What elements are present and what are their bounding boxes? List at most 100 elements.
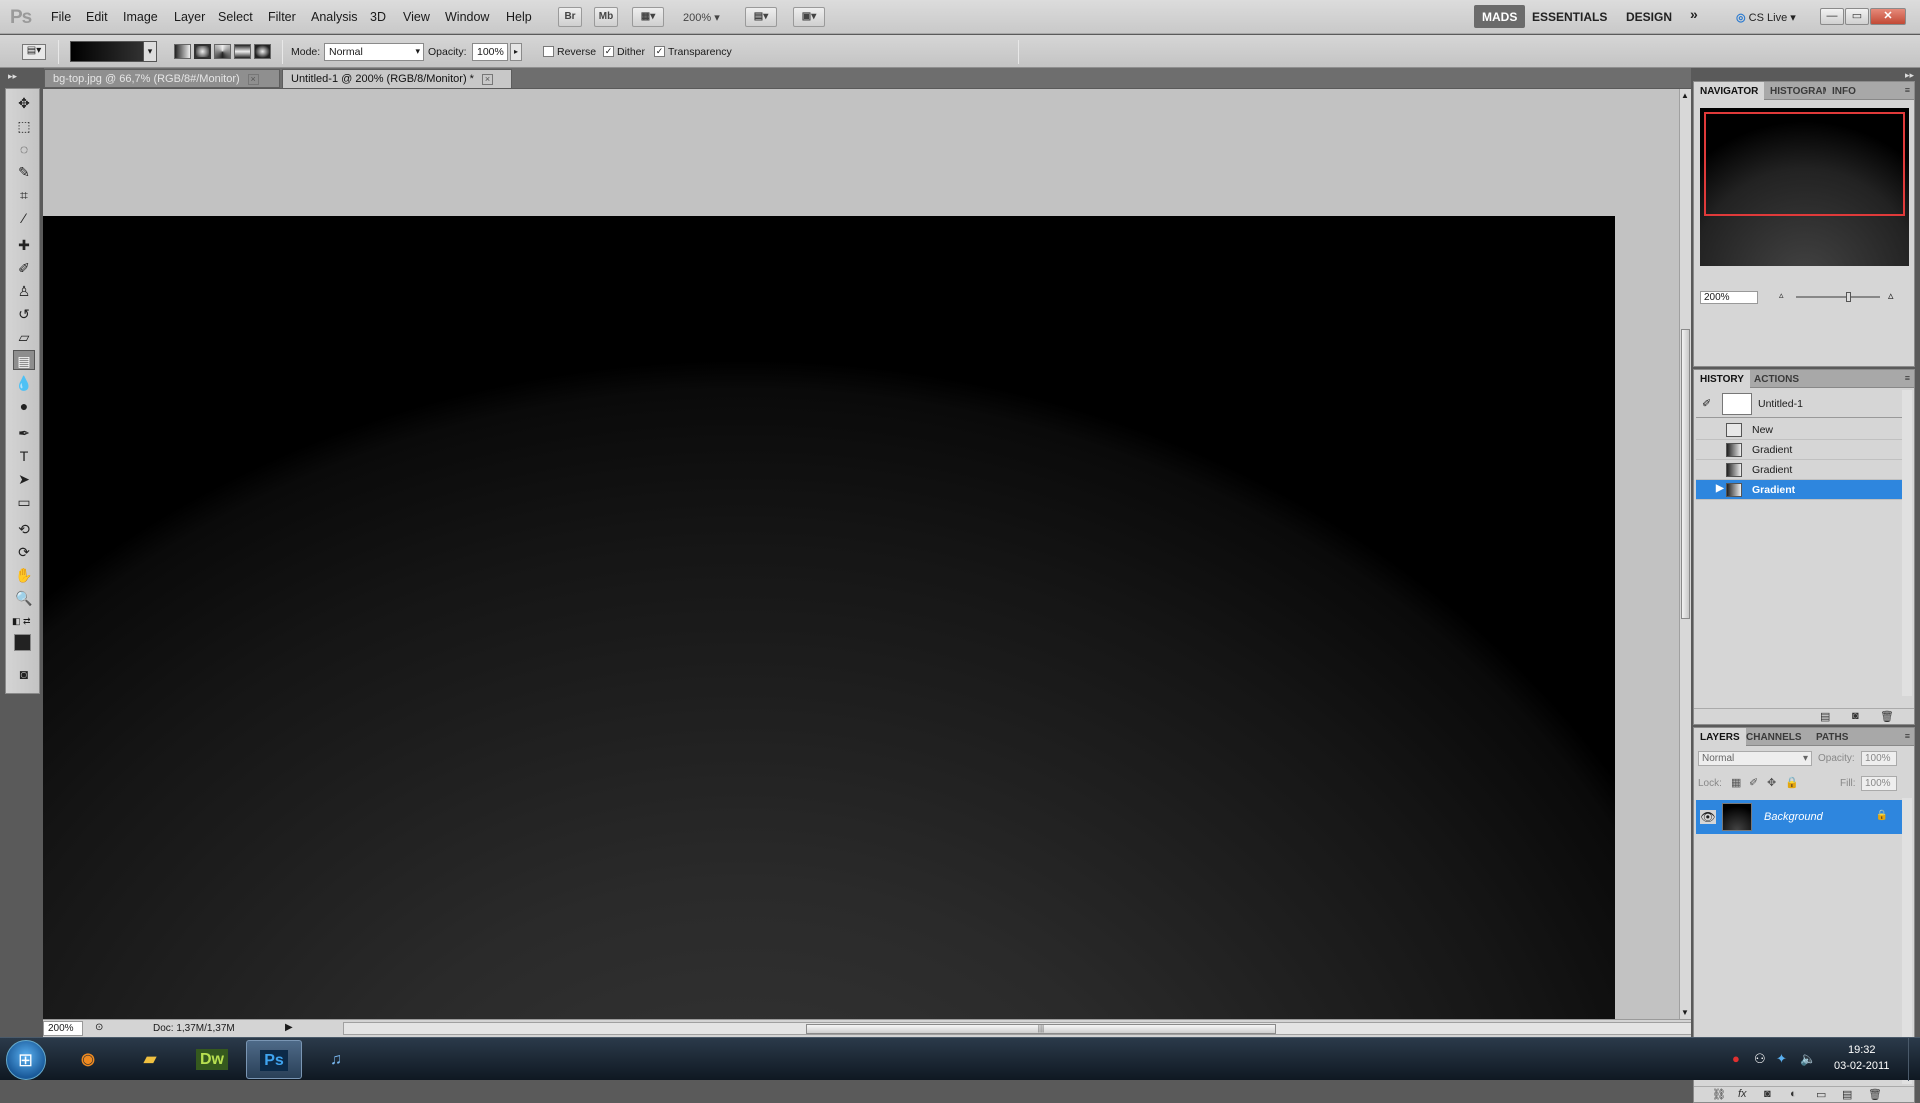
panel-menu-icon[interactable]: ≡ [1905,731,1910,741]
opacity-slider-arrow-icon[interactable]: ▸ [510,43,522,61]
pen-tool-icon[interactable]: ✒ [13,423,35,443]
adjustment-layer-icon[interactable]: ◐ [1790,1088,1797,1100]
history-item[interactable]: Gradient [1696,460,1902,480]
start-button[interactable]: ⊞ [6,1040,46,1080]
history-item[interactable]: New [1696,420,1902,440]
show-desktop-button[interactable] [1908,1038,1920,1081]
type-tool-icon[interactable]: T [13,446,35,466]
eyedropper-tool-icon[interactable]: ⁄ [13,208,35,228]
tray-network-icon[interactable]: ⚇ [1754,1051,1766,1067]
menu-edit[interactable]: Edit [86,10,108,24]
navigator-zoom-input[interactable]: 200% [1700,291,1758,304]
history-brush-source-icon[interactable]: ✐ [1702,397,1711,410]
visibility-eye-icon[interactable]: 👁 [1700,810,1716,824]
collapse-tools-icon[interactable]: ▸▸ [8,71,17,82]
brush-tool-icon[interactable]: ✐ [13,258,35,278]
fx-icon[interactable]: fx [1738,1088,1747,1100]
transparency-checkbox[interactable]: ✓ [654,46,665,57]
horizontal-scroll-thumb[interactable]: ||| [806,1024,1276,1034]
path-selection-tool-icon[interactable]: ➤ [13,469,35,489]
move-tool-icon[interactable]: ✥ [13,93,35,113]
lasso-tool-icon[interactable]: ◌ [13,139,35,159]
gradient-picker-arrow-icon[interactable]: ▾ [143,41,157,62]
taskbar-app-explorer[interactable]: ▰ [122,1040,178,1079]
gradient-tool-icon[interactable]: ▤ [13,350,35,370]
history-snapshot[interactable]: ✐ Untitled-1 [1696,390,1902,418]
workspace-mads[interactable]: MADS [1474,5,1526,28]
link-layers-icon[interactable]: ⛓ [1712,1088,1726,1101]
menu-analysis[interactable]: Analysis [311,10,358,24]
angle-gradient-button[interactable] [214,44,231,59]
vertical-scroll-thumb[interactable] [1681,329,1690,619]
history-state-slider-icon[interactable]: ▶ [1716,483,1724,494]
default-colors-icon[interactable]: ◧ ⇄ [12,616,31,627]
scroll-up-icon[interactable]: ▲ [1681,91,1689,100]
history-item[interactable]: Gradient [1696,440,1902,460]
new-group-icon[interactable]: ▭ [1816,1088,1826,1101]
tab-info[interactable]: INFO [1826,82,1862,100]
history-scrollbar[interactable] [1902,390,1912,696]
menu-select[interactable]: Select [218,10,253,24]
status-menu-arrow-icon[interactable]: ▶ [285,1022,293,1033]
close-icon[interactable]: × [481,74,493,85]
opacity-input[interactable]: 100% [472,43,508,61]
reverse-checkbox[interactable] [543,46,554,57]
panel-menu-icon[interactable]: ≡ [1905,85,1910,95]
menu-3d[interactable]: 3D [370,10,386,24]
zoom-slider-thumb[interactable] [1846,292,1851,302]
layer-blend-mode-select[interactable]: Normal ▾ [1698,751,1812,766]
mini-bridge-button[interactable]: Mb [594,7,618,27]
tray-dropbox-icon[interactable]: ✦ [1776,1051,1787,1067]
marquee-tool-icon[interactable]: ⬚ [13,116,35,136]
system-clock[interactable]: 19:32 03-02-2011 [1834,1042,1889,1074]
tool-preset-picker[interactable]: ▤▾ [22,44,46,60]
rectangle-tool-icon[interactable]: ▭ [13,492,35,512]
fill-input[interactable]: 100% [1861,776,1897,791]
scroll-down-icon[interactable]: ▼ [1681,1008,1689,1017]
new-snapshot-icon[interactable]: ◙ [1852,710,1859,722]
radial-gradient-button[interactable] [194,44,211,59]
diamond-gradient-button[interactable] [254,44,271,59]
hand-tool-icon[interactable]: ✋ [13,565,35,585]
tab-actions[interactable]: ACTIONS [1748,370,1805,388]
tab-channels[interactable]: CHANNELS [1740,728,1808,746]
trash-icon[interactable]: 🗑 [1868,1088,1882,1101]
bridge-button[interactable]: Br [558,7,582,27]
menu-file[interactable]: File [51,10,71,24]
menu-filter[interactable]: Filter [268,10,296,24]
mode-select[interactable]: Normal ▾ [324,43,424,61]
new-document-from-state-icon[interactable]: ▤ [1820,710,1830,723]
lock-all-icon[interactable]: 🔒 [1785,776,1799,789]
minimize-button[interactable]: — [1820,8,1844,25]
taskbar-app-firefox[interactable]: ◉ [60,1040,116,1079]
restore-button[interactable]: ▭ [1845,8,1869,25]
close-button[interactable]: ✕ [1870,8,1906,25]
reflected-gradient-button[interactable] [234,44,251,59]
blur-tool-icon[interactable]: 💧 [13,373,35,393]
3d-orbit-tool-icon[interactable]: ⟳ [13,542,35,562]
tab-histogram[interactable]: HISTOGRAM [1764,82,1826,100]
menu-layer[interactable]: Layer [174,10,205,24]
healing-brush-tool-icon[interactable]: ✚ [13,235,35,255]
workspace-more-icon[interactable]: » [1690,6,1698,22]
zoom-level-dropdown[interactable]: 200% ▾ [683,11,720,24]
zoom-tool-icon[interactable]: 🔍 [13,588,35,608]
trash-icon[interactable]: 🗑 [1880,710,1894,723]
clone-stamp-tool-icon[interactable]: ♙ [13,281,35,301]
tab-bg-top[interactable]: bg-top.jpg @ 66,7% (RGB/8#/Monitor) × [44,69,280,88]
view-extras-button[interactable]: ▦▾ [632,7,664,27]
status-icon[interactable]: ⊙ [95,1022,103,1033]
taskbar-app-itunes[interactable]: ♫ [308,1040,364,1079]
history-item-selected[interactable]: ▶ Gradient [1696,480,1902,500]
lock-position-icon[interactable]: ✥ [1767,776,1776,789]
quick-mask-icon[interactable]: ◙ [13,664,35,684]
tab-paths[interactable]: PATHS [1810,728,1854,746]
tab-layers[interactable]: LAYERS [1694,728,1746,746]
new-layer-icon[interactable]: ▤ [1842,1088,1852,1101]
panel-menu-icon[interactable]: ≡ [1905,373,1910,383]
eraser-tool-icon[interactable]: ▱ [13,327,35,347]
lock-pixels-icon[interactable]: ✐ [1749,776,1758,789]
menu-help[interactable]: Help [506,10,532,24]
arrange-documents-button[interactable]: ▤▾ [745,7,777,27]
collapse-panels-icon[interactable]: ▸▸ [1905,70,1914,81]
